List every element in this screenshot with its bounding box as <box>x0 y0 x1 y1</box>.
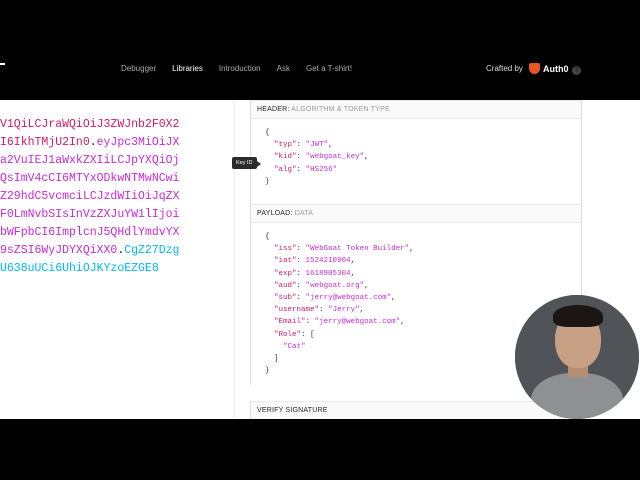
nav-get-tshirt[interactable]: Get a T-shirt! <box>306 64 352 73</box>
encoded-segment-pay: Z29hdC5vcmciLCJzdWIiOiJqZX <box>0 190 180 203</box>
encoded-segment-sig: CgZ27Dzg <box>124 244 180 257</box>
encoded-line: V1QiLCJraWQiOiJ3ZWJnb2F0X2 <box>0 116 230 134</box>
logo-fragment[interactable] <box>0 63 5 65</box>
auth0-shield-icon <box>529 63 540 74</box>
nav-libraries[interactable]: Libraries <box>172 64 203 73</box>
encoded-line: a2VuIEJ1aWxkZXIiLCJpYXQiOj <box>0 152 230 170</box>
encoded-segment-pay: F0LmNvbSIsInVzZXJuYW1lIjoi <box>0 208 180 221</box>
header-json[interactable]: { "typ": "JWT", "kid": "webgoat_key", "a… <box>251 119 581 188</box>
encoded-segment-hdr: V1QiLCJraWQiOiJ3ZWJnb2F0X2 <box>0 118 180 131</box>
nav-menu: Debugger Libraries Introduction Ask Get … <box>121 64 368 73</box>
payload-section-title: PAYLOAD: DATA <box>251 204 581 223</box>
encoded-segment-sig: U638uUCi6UhiOJKYzoEZGE8 <box>0 262 159 275</box>
webcam-overlay <box>515 295 639 419</box>
help-icon[interactable]: ? <box>572 66 581 75</box>
encoded-line: F0LmNvbSIsInVzZXJuYW1lIjoi <box>0 206 230 224</box>
encoded-segment-hdr: I6IkhTMjU2In0 <box>0 136 90 149</box>
presenter-shirt <box>531 373 623 419</box>
encoded-line: bWFpbCI6ImplcnJ5QHdlYmdvYX <box>0 224 230 242</box>
encoded-segment-pay: eyJpc3MiOiJX <box>96 136 180 149</box>
top-navbar: Debugger Libraries Introduction Ask Get … <box>0 41 640 100</box>
nav-introduction[interactable]: Introduction <box>219 64 261 73</box>
encoded-line: 9sZSI6WyJDYXQiXX0.CgZ27Dzg <box>0 242 230 260</box>
nav-debugger[interactable]: Debugger <box>121 64 156 73</box>
encoded-segment-dot: . <box>89 136 97 149</box>
presenter-hair <box>553 305 603 327</box>
encoded-line: Z29hdC5vcmciLCJzdWIiOiJqZX <box>0 188 230 206</box>
auth0-brand-label: Auth0 <box>543 63 569 74</box>
encoded-segment-pay: a2VuIEJ1aWxkZXIiLCJpYXQiOj <box>0 154 180 167</box>
encoded-line: QsImV4cCI6MTYxODkwNTMwNCwi <box>0 170 230 188</box>
column-divider <box>234 100 235 419</box>
auth0-logo[interactable]: Auth0 <box>529 63 569 74</box>
encoded-line: I6IkhTMjU2In0.eyJpc3MiOiJX <box>0 134 230 152</box>
header-section-title: HEADER: ALGORITHM & TOKEN TYPE <box>251 100 581 119</box>
header-section: HEADER: ALGORITHM & TOKEN TYPE { "typ": … <box>250 100 582 204</box>
crafted-by-label: Crafted by <box>486 64 523 73</box>
encoded-token[interactable]: V1QiLCJraWQiOiJ3ZWJnb2F0X2 I6IkhTMjU2In0.… <box>0 116 230 278</box>
video-frame: Debugger Libraries Introduction Ask Get … <box>0 0 640 480</box>
encoded-line: U638uUCi6UhiOJKYzoEZGE8 <box>0 260 230 278</box>
encoded-segment-pay: bWFpbCI6ImplcnJ5QHdlYmdvYX <box>0 226 180 239</box>
encoded-segment-pay: QsImV4cCI6MTYxODkwNTMwNCwi <box>0 172 180 185</box>
nav-ask[interactable]: Ask <box>277 64 290 73</box>
key-id-tooltip: Key ID <box>232 157 260 169</box>
encoded-segment-pay: 9sZSI6WyJDYXQiXX0 <box>0 244 118 257</box>
